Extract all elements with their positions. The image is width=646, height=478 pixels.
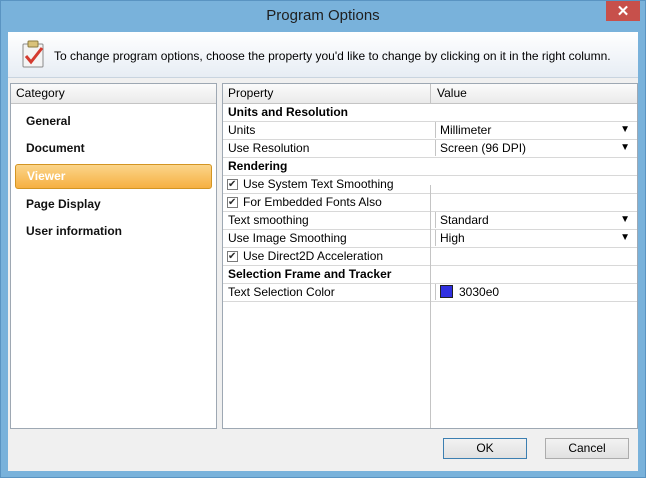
category-item-user-information[interactable]: User information [15, 218, 212, 245]
property-name: Text smoothing [228, 213, 309, 227]
text-smoothing-dropdown[interactable]: Standard ▼ [435, 212, 634, 228]
property-row-use-resolution[interactable]: Use Resolution Screen (96 DPI) ▼ [223, 140, 637, 158]
property-value: 3030e0 [459, 285, 500, 299]
dropdown-arrow-icon[interactable]: ▼ [620, 212, 630, 228]
resolution-dropdown[interactable]: Screen (96 DPI) ▼ [435, 140, 634, 156]
dialog-client: To change program options, choose the pr… [8, 32, 638, 471]
property-name: Text Selection Color [228, 285, 335, 299]
program-options-window: Program Options ✕ To change program opti… [0, 0, 646, 478]
embedded-fonts-checkbox[interactable] [227, 195, 238, 211]
category-panel: Category General Document Viewer Page Di… [10, 83, 217, 429]
banner-text: To change program options, choose the pr… [54, 49, 611, 63]
cancel-button[interactable]: Cancel [545, 438, 629, 459]
category-item-document[interactable]: Document [15, 135, 212, 162]
property-value: Standard [440, 213, 489, 227]
window-title: Program Options [266, 7, 380, 24]
property-value: High [440, 231, 465, 245]
category-header: Category [11, 84, 216, 104]
group-title: Rendering [228, 159, 288, 173]
property-name: Units [228, 123, 256, 137]
color-swatch[interactable] [440, 285, 453, 298]
dropdown-arrow-icon[interactable]: ▼ [620, 140, 630, 156]
image-smoothing-dropdown[interactable]: High ▼ [435, 230, 634, 246]
checkbox-label: Use System Text Smoothing [243, 177, 394, 191]
checkbox-label: Use Direct2D Acceleration [243, 249, 384, 263]
info-banner: To change program options, choose the pr… [8, 32, 638, 78]
group-units-and-resolution: Units and Resolution [223, 104, 637, 122]
property-value: Screen (96 DPI) [440, 141, 527, 155]
category-item-general[interactable]: General [15, 108, 212, 135]
selection-color-value[interactable]: 3030e0 [435, 284, 634, 300]
close-button[interactable]: ✕ [606, 1, 640, 21]
category-item-viewer[interactable]: Viewer [15, 164, 212, 189]
property-grid-header: Property Value [223, 84, 637, 104]
dropdown-arrow-icon[interactable]: ▼ [620, 230, 630, 246]
clipboard-check-icon [22, 40, 44, 68]
group-rendering: Rendering [223, 158, 637, 176]
group-title: Selection Frame and Tracker [228, 267, 392, 281]
checkbox-label: For Embedded Fonts Also [243, 195, 382, 209]
property-row-units[interactable]: Units Millimeter ▼ [223, 122, 637, 140]
title-bar[interactable]: Program Options ✕ [1, 1, 645, 32]
units-dropdown[interactable]: Millimeter ▼ [435, 122, 634, 138]
close-icon: ✕ [616, 3, 630, 20]
header-property[interactable]: Property [228, 84, 273, 103]
ok-button[interactable]: OK [443, 438, 527, 459]
property-name: Use Resolution [228, 141, 310, 155]
category-item-page-display[interactable]: Page Display [15, 191, 212, 218]
property-name: Use Image Smoothing [228, 231, 347, 245]
header-value[interactable]: Value [437, 84, 467, 103]
dialog-footer: OK Cancel [8, 429, 638, 471]
direct2d-checkbox[interactable] [227, 249, 238, 265]
property-value: Millimeter [440, 123, 492, 137]
group-title: Units and Resolution [228, 105, 348, 119]
column-divider [430, 185, 431, 428]
system-text-smoothing-checkbox[interactable] [227, 177, 238, 193]
property-grid: Property Value Units and Resolution Unit… [222, 83, 638, 429]
dropdown-arrow-icon[interactable]: ▼ [620, 122, 630, 138]
